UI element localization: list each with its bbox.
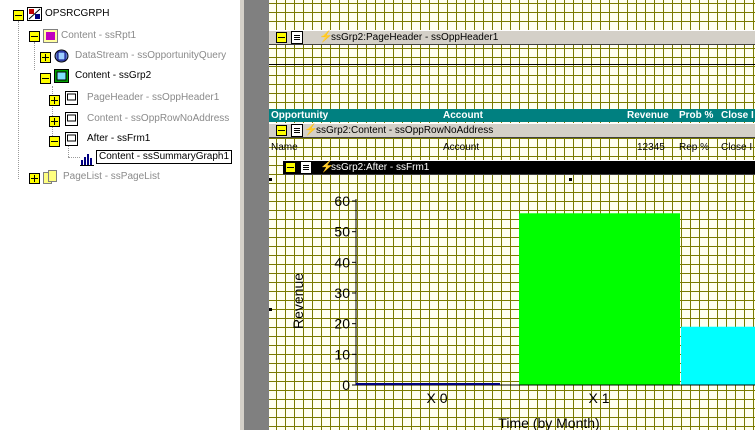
section-bar-pageheader[interactable]: ⚡ ssGrp2:PageHeader - ssOppHeader1: [269, 30, 755, 45]
group-icon: [54, 69, 69, 83]
report-icon: [27, 7, 42, 21]
field-name[interactable]: Name: [271, 141, 298, 154]
collapse-section-icon[interactable]: [276, 125, 287, 136]
frame-icon: [291, 124, 303, 137]
expand-toggle-rownoaddress[interactable]: [49, 116, 60, 127]
tree-item-root[interactable]: OPSRCGRPH: [45, 8, 109, 20]
bar-1: [519, 213, 680, 385]
expand-toggle-datastream[interactable]: [40, 52, 51, 63]
frame-icon: [65, 132, 78, 146]
divider: [269, 64, 755, 65]
tree-item-summarygraph[interactable]: Content - ssSummaryGraph1: [96, 150, 233, 164]
section-title: ssGrp2:PageHeader - ssOppHeader1: [331, 32, 499, 43]
tree-item-pageheader[interactable]: PageHeader - ssOppHeader1: [87, 92, 219, 104]
report-tree: OPSRCGRPH Content - ssRpt1 DataStream - …: [0, 0, 240, 430]
tree-item-pagelist[interactable]: PageList - ssPageList: [63, 171, 160, 183]
tree-connector: [52, 86, 53, 136]
x-axis-label: Time (by Month): [498, 415, 599, 430]
tree-item-rownoaddress[interactable]: Content - ssOppRowNoAddress: [87, 113, 229, 125]
chart-bars: [519, 213, 755, 385]
report-content-icon: [43, 29, 58, 43]
field-prob[interactable]: Rep %: [679, 141, 709, 154]
section-bar-content[interactable]: ⚡ ssGrp2:Content - ssOppRowNoAddress: [269, 123, 755, 138]
bar-2: [681, 326, 755, 385]
header-revenue: Revenue: [627, 110, 669, 121]
pagelist-icon: [43, 170, 57, 184]
collapse-toggle-root[interactable]: [13, 10, 24, 21]
tree-connector: [68, 145, 69, 157]
frame-icon: [65, 112, 78, 126]
header-account: Account: [443, 110, 483, 121]
tree-item-rpt[interactable]: Content - ssRpt1: [61, 30, 136, 42]
y-tick-labels: 0 10 20 30 40 50 60: [334, 193, 356, 393]
section-title: ssGrp2:After - ssFrm1: [331, 162, 430, 173]
header-close: Close I: [721, 110, 754, 121]
collapse-section-icon[interactable]: [276, 32, 287, 43]
header-opportunity: Opportunity: [271, 110, 329, 121]
summary-graph[interactable]: 0102030405060 X 0X 1X Revenue Time (by M…: [269, 178, 755, 430]
x-tick-labels: X 0X 1X: [426, 390, 609, 406]
field-account[interactable]: Account: [443, 141, 479, 154]
y-tick-label: 0: [342, 377, 350, 393]
y-axis-label: Revenue: [290, 273, 306, 329]
collapse-section-icon[interactable]: [285, 162, 296, 173]
frame-icon: [65, 91, 78, 105]
collapse-toggle-rpt[interactable]: [29, 31, 40, 42]
tree-item-grp[interactable]: Content - ssGrp2: [75, 70, 151, 82]
header-prob: Prob %: [679, 110, 714, 121]
frame-icon: [291, 31, 303, 44]
detail-row[interactable]: Name Account 12345 Rep % Close I: [269, 141, 755, 154]
tree-connector: [18, 21, 19, 179]
y-tick-label: 20: [334, 316, 350, 332]
expand-toggle-pagelist[interactable]: [29, 173, 40, 184]
column-header-row[interactable]: Opportunity Account Revenue Prob % Close…: [269, 109, 755, 122]
y-tick-label: 10: [334, 346, 350, 362]
y-tick-label: 60: [334, 193, 350, 209]
y-tick-label: 50: [334, 224, 350, 240]
x-tick-label: X 1: [588, 390, 609, 406]
tree-item-after[interactable]: After - ssFrm1: [87, 133, 150, 145]
section-title: ssGrp2:Content - ssOppRowNoAddress: [316, 125, 494, 136]
section-bar-after[interactable]: ⚡ ssGrp2:After - ssFrm1: [283, 160, 755, 175]
collapse-toggle-after[interactable]: [49, 136, 60, 147]
expand-toggle-pageheader[interactable]: [49, 95, 60, 106]
graph-icon: [80, 154, 94, 166]
tree-connector: [68, 157, 80, 158]
y-tick-label: 30: [334, 285, 350, 301]
field-close[interactable]: Close I: [721, 141, 752, 154]
x-tick-label: X 0: [426, 390, 447, 406]
field-revenue[interactable]: 12345: [637, 141, 665, 154]
y-tick-label: 40: [334, 254, 350, 270]
datastream-icon: [54, 49, 69, 63]
tree-item-datastream[interactable]: DataStream - ssOpportunityQuery: [75, 50, 226, 62]
tree-connector: [34, 42, 35, 70]
collapse-toggle-grp[interactable]: [40, 73, 51, 84]
frame-icon: [300, 161, 312, 174]
